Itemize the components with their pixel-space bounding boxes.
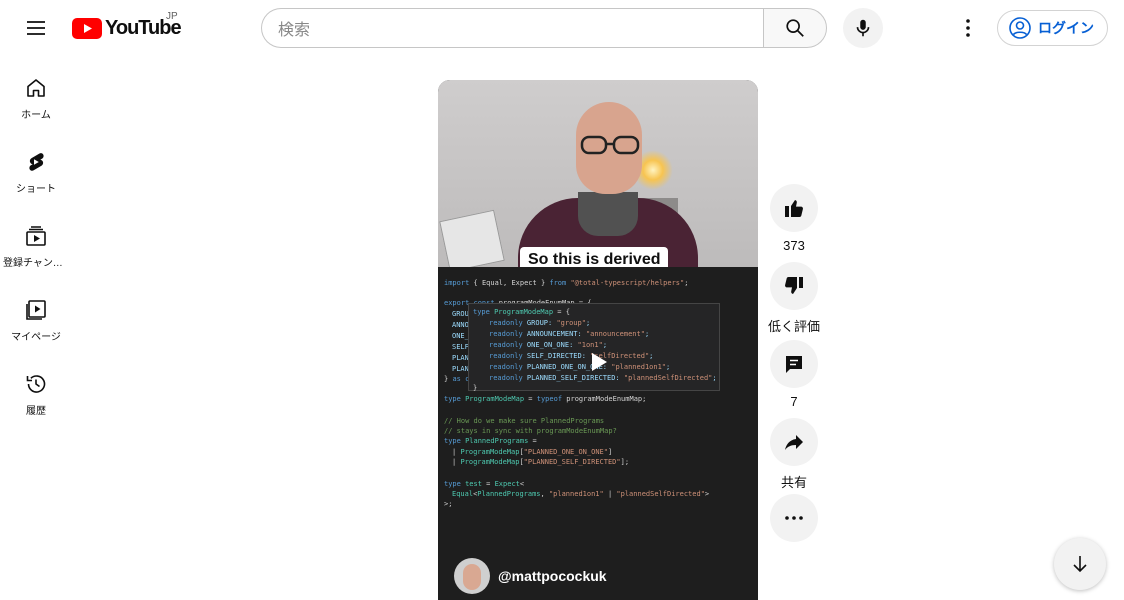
- comment-icon: [786, 356, 802, 373]
- youtube-play-logo-icon: [72, 17, 102, 39]
- shorts-video-player[interactable]: So this is derived import { Equal, Expec…: [438, 80, 758, 600]
- channel-name[interactable]: @mattpocockuk: [498, 568, 607, 584]
- search-placeholder: 検索: [278, 22, 311, 39]
- dislike-button[interactable]: [770, 262, 818, 310]
- search-input[interactable]: 検索: [261, 8, 764, 48]
- more-action: [766, 494, 822, 542]
- channel-avatar[interactable]: [454, 558, 490, 594]
- hamburger-icon: [27, 21, 45, 35]
- sidebar-item-subscriptions[interactable]: 登録チャンネル: [0, 204, 72, 278]
- comments-button[interactable]: [770, 340, 818, 388]
- sidebar-item-shorts[interactable]: ショート: [0, 130, 72, 204]
- masthead: YouTube JP 検索 ログイン: [0, 0, 1124, 56]
- shorts-actions: 373 低く評価 7 共有: [766, 184, 822, 542]
- history-icon: [26, 375, 46, 393]
- search-icon: [786, 19, 804, 37]
- logo-region-code: JP: [166, 11, 178, 22]
- subscriptions-icon: [26, 226, 46, 246]
- thumbs-down-icon: [785, 277, 803, 294]
- comments-action: 7: [766, 340, 822, 414]
- channel-info[interactable]: @mattpocockuk: [454, 558, 607, 594]
- more-options-button[interactable]: [770, 494, 818, 542]
- sidebar-item-label: 登録チャンネル: [3, 258, 69, 269]
- dislike-label: 低く評価: [767, 319, 820, 334]
- sidebar-item-label: マイページ: [11, 332, 61, 343]
- background-book: [439, 209, 505, 267]
- arrow-down-icon: [1073, 556, 1087, 573]
- sidebar-item-library[interactable]: マイページ: [0, 278, 72, 352]
- microphone-icon: [856, 19, 870, 37]
- library-icon: [26, 300, 46, 320]
- like-count: 373: [783, 238, 805, 253]
- login-button[interactable]: ログイン: [997, 10, 1108, 46]
- sidebar-item-home[interactable]: ホーム: [0, 56, 72, 130]
- share-icon: [785, 435, 803, 450]
- share-button[interactable]: [770, 418, 818, 466]
- video-frame: [438, 80, 758, 267]
- play-button[interactable]: [578, 342, 618, 382]
- share-label: 共有: [780, 475, 807, 490]
- glasses-icon: [580, 135, 640, 155]
- dislike-action: 低く評価: [766, 262, 822, 336]
- like-action: 373: [766, 184, 822, 258]
- youtube-logo[interactable]: YouTube: [72, 14, 182, 42]
- mini-guide: ホーム ショート 登録チャンネル マイページ 履歴: [0, 56, 72, 426]
- horizontal-dots-icon: [785, 516, 803, 520]
- account-circle-icon: [1009, 17, 1031, 39]
- sidebar-item-label: ホーム: [21, 110, 51, 121]
- sidebar-item-label: 履歴: [26, 406, 46, 417]
- presenter-collar: [578, 192, 638, 236]
- play-icon: [592, 353, 607, 371]
- home-icon: [27, 79, 45, 97]
- sidebar-item-history[interactable]: 履歴: [0, 352, 72, 426]
- comment-count: 7: [790, 394, 798, 409]
- shorts-icon: [29, 153, 44, 171]
- voice-search-button[interactable]: [843, 8, 883, 48]
- thumbs-up-icon: [785, 200, 803, 217]
- next-video-button[interactable]: [1054, 538, 1106, 590]
- code-editor-frame: import { Equal, Expect } from "@total-ty…: [438, 267, 758, 600]
- vertical-dots-icon: [966, 19, 970, 37]
- sidebar-item-label: ショート: [16, 184, 56, 195]
- settings-more-button[interactable]: [948, 8, 988, 48]
- search-button[interactable]: [763, 8, 827, 48]
- guide-menu-button[interactable]: [16, 8, 56, 48]
- login-label: ログイン: [1038, 20, 1094, 36]
- share-action: 共有: [766, 418, 822, 492]
- like-button[interactable]: [770, 184, 818, 232]
